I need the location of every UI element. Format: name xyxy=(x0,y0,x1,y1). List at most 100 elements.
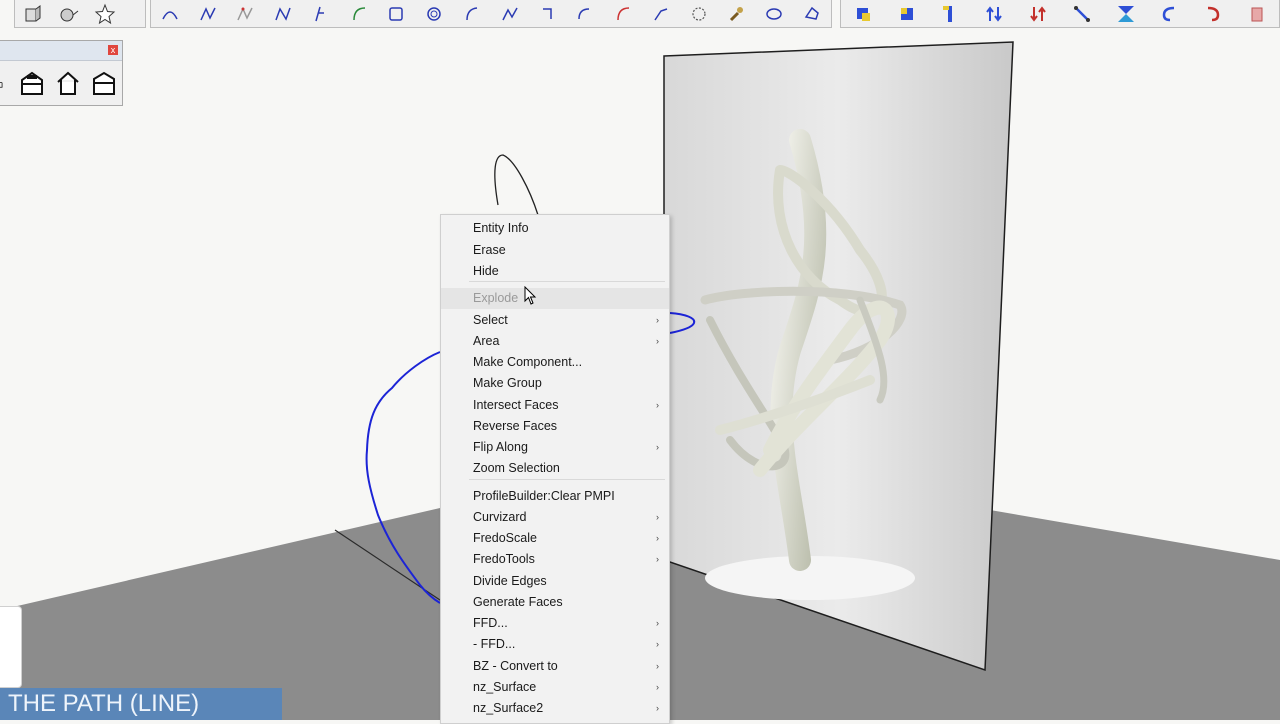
arc-red-icon[interactable] xyxy=(605,1,641,27)
menu-item-fredoscale[interactable]: FredoScale › xyxy=(441,528,669,549)
submenu-arrow-icon: › xyxy=(656,639,659,649)
menu-item-curvizard[interactable]: Curvizard › xyxy=(441,507,669,528)
menu-item-label: ProfileBuilder:Clear PMPI xyxy=(473,489,615,503)
menu-item-area[interactable]: Area › xyxy=(441,331,669,352)
menu-item-label: Divide Edges xyxy=(473,574,547,588)
menu-item-label: nz_Surface xyxy=(473,680,537,694)
menu-item-flip-along[interactable]: Flip Along › xyxy=(441,437,669,458)
menu-item-profilebuilder-clear-pmpi[interactable]: ProfileBuilder:Clear PMPI xyxy=(441,486,669,507)
menu-item-nz-surface2[interactable]: nz_Surface2 › xyxy=(441,698,669,719)
polyline-icon[interactable] xyxy=(265,1,301,27)
submenu-arrow-icon: › xyxy=(656,400,659,410)
submenu-arrow-icon: › xyxy=(656,703,659,713)
toolbar-left xyxy=(14,0,146,28)
spline-icon[interactable] xyxy=(303,1,339,27)
menu-item-label: Select xyxy=(473,313,508,327)
menu-item-label: Zoom Selection xyxy=(473,461,560,475)
menu-item-label: Erase xyxy=(473,243,506,257)
toolbar-drawing xyxy=(150,0,832,28)
submenu-arrow-icon: › xyxy=(656,336,659,346)
menu-item-reverse-faces[interactable]: Reverse Faces xyxy=(441,416,669,437)
submenu-arrow-icon: › xyxy=(656,315,659,325)
menu-item-label: Generate Faces xyxy=(473,595,563,609)
floating-toolbar: x xyxy=(0,40,123,106)
ellipse-icon[interactable] xyxy=(756,1,792,27)
arc-3pt-icon[interactable] xyxy=(454,1,490,27)
warehouse-icon[interactable] xyxy=(19,70,45,96)
mirror-icon[interactable] xyxy=(1108,1,1144,27)
freehand-icon[interactable] xyxy=(190,1,226,27)
scale-icon[interactable] xyxy=(932,1,968,27)
caption-banner: THE PATH (LINE) xyxy=(0,688,282,720)
menu-item-label: Entity Info xyxy=(473,221,529,235)
menu-item-fredotools[interactable]: FredoTools › xyxy=(441,549,669,570)
menu-item-label: Area xyxy=(473,334,500,348)
menu-item-label: FredoScale xyxy=(473,531,537,545)
menu-item-ffd[interactable]: FFD... › xyxy=(441,613,669,634)
menu-item-entity-info[interactable]: Entity Info xyxy=(441,218,669,239)
align-icon[interactable] xyxy=(976,1,1012,27)
stretch-icon[interactable] xyxy=(1064,1,1100,27)
menu-item-make-component[interactable]: Make Component... xyxy=(441,352,669,373)
menu-item-label: Hide xyxy=(473,264,499,278)
menu-item-label: Curvizard xyxy=(473,510,527,524)
menu-item-label: BZ - Convert to xyxy=(473,659,558,673)
line-icon[interactable] xyxy=(643,1,679,27)
submenu-arrow-icon: › xyxy=(656,682,659,692)
menu-item-explode: Explode xyxy=(441,288,669,309)
arc-2pt-icon[interactable] xyxy=(341,1,377,27)
floating-toolbar-titlebar[interactable]: x xyxy=(0,41,122,61)
submenu-arrow-icon: › xyxy=(656,533,659,543)
erase-icon[interactable] xyxy=(1239,1,1275,27)
menu-item-generate-faces[interactable]: Generate Faces xyxy=(441,592,669,613)
menu-item-intersect-faces[interactable]: Intersect Faces › xyxy=(441,395,669,416)
submenu-arrow-icon: › xyxy=(656,442,659,452)
menu-item-label: Make Component... xyxy=(473,355,583,369)
menu-item-label: nz_Surface2 xyxy=(473,701,544,715)
menu-item-select[interactable]: Select › xyxy=(441,310,669,331)
menu-item-label: FFD... xyxy=(473,616,508,630)
move-icon[interactable] xyxy=(845,1,881,27)
rectangle-icon[interactable] xyxy=(378,1,414,27)
context-menu: Entity Info Erase Hide Explode Select › Area › M… xyxy=(440,214,670,724)
menu-item-label: - FFD... xyxy=(473,637,516,651)
house-partial-icon[interactable] xyxy=(0,70,9,96)
menu-item-label: Reverse Faces xyxy=(473,419,558,433)
star-tool-icon[interactable] xyxy=(87,1,123,27)
spiral-icon[interactable] xyxy=(416,1,452,27)
curve-icon[interactable] xyxy=(492,1,528,27)
circle-icon[interactable] xyxy=(681,1,717,27)
menu-item-ffd[interactable]: - FFD... › xyxy=(441,634,669,655)
push-pull-icon[interactable] xyxy=(15,1,51,27)
undo-icon[interactable] xyxy=(1151,1,1187,27)
menu-item-erase[interactable]: Erase xyxy=(441,240,669,261)
close-icon[interactable]: x xyxy=(108,45,118,55)
follow-me-icon[interactable] xyxy=(51,1,87,27)
submenu-arrow-icon: › xyxy=(656,661,659,671)
menu-item-label: Make Group xyxy=(473,376,542,390)
submenu-arrow-icon: › xyxy=(656,512,659,522)
redo-icon[interactable] xyxy=(1195,1,1231,27)
submenu-arrow-icon: › xyxy=(656,618,659,628)
toolbar-transform xyxy=(840,0,1280,28)
flip-icon[interactable] xyxy=(1020,1,1056,27)
fillet-icon[interactable] xyxy=(567,1,603,27)
menu-item-make-group[interactable]: Make Group xyxy=(441,373,669,394)
arc-icon[interactable] xyxy=(152,1,188,27)
menu-item-label: Flip Along xyxy=(473,440,528,454)
menu-item-bz-convert-to[interactable]: BZ - Convert to › xyxy=(441,656,669,677)
menu-item-divide-edges[interactable]: Divide Edges xyxy=(441,571,669,592)
menu-item-hide[interactable]: Hide xyxy=(441,261,669,282)
house-icon[interactable] xyxy=(55,70,81,96)
menu-item-nz-surface[interactable]: nz_Surface › xyxy=(441,677,669,698)
polygon-icon[interactable] xyxy=(794,1,830,27)
menu-item-label: FredoTools xyxy=(473,552,535,566)
bezier-icon[interactable] xyxy=(227,1,263,27)
garage-icon[interactable] xyxy=(91,70,117,96)
side-panel xyxy=(0,606,22,688)
menu-item-label: Explode xyxy=(473,291,519,305)
rotate-icon[interactable] xyxy=(889,1,925,27)
menu-item-zoom-selection[interactable]: Zoom Selection xyxy=(441,458,669,479)
wrench-icon[interactable] xyxy=(718,1,754,27)
corner-icon[interactable] xyxy=(530,1,566,27)
